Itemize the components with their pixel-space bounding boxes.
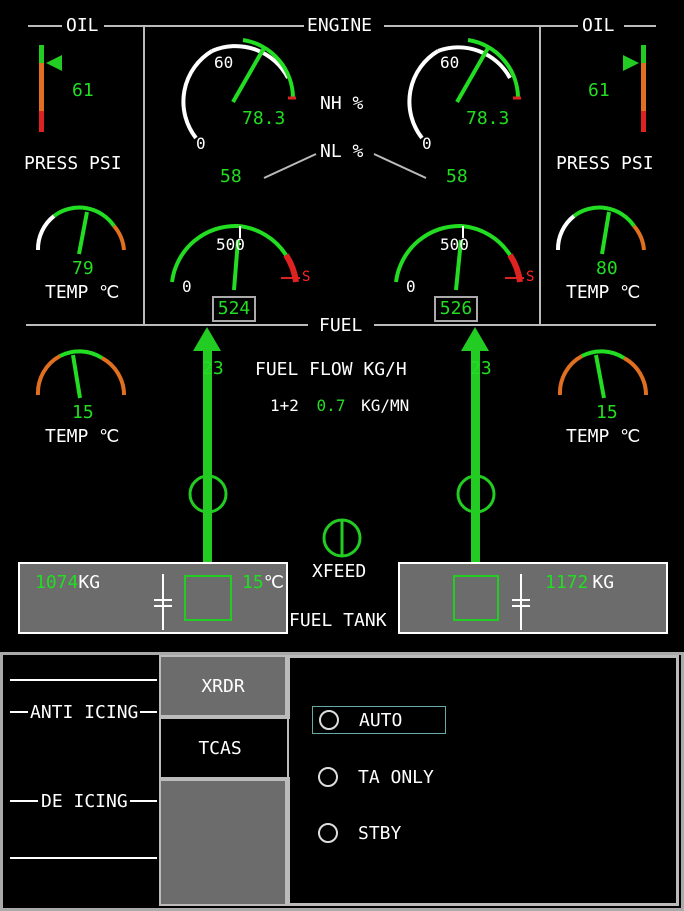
fuel-total-value: 0.7 xyxy=(316,396,346,415)
nh-right-value: 78.3 xyxy=(466,108,510,129)
xfeed-label: XFEED xyxy=(312,561,367,582)
tab-empty xyxy=(159,779,287,906)
oil-temp-right-value: 80 xyxy=(596,258,618,279)
oil-press-bar-left xyxy=(39,45,62,132)
option-auto-label: AUTO xyxy=(359,710,403,731)
oil-temp-left-label: TEMP ℃ xyxy=(45,282,120,303)
itt-left-scale-mid: 500 xyxy=(216,235,245,254)
oil-right-title: OIL xyxy=(582,15,615,36)
tab-xrdr[interactable]: XRDR xyxy=(159,655,287,717)
fuel-temp-left-value: 15 xyxy=(72,402,94,423)
fuel-temp-gauge-right xyxy=(557,349,649,399)
fuel-flow-right-value: 23 xyxy=(470,358,492,379)
tab-xrdr-label: XRDR xyxy=(201,676,245,697)
fuel-total-prefix: 1+2 xyxy=(270,396,299,415)
option-ta-only[interactable]: TA ONLY xyxy=(312,763,472,791)
itt-right-scale-mid: 500 xyxy=(440,235,469,254)
itt-right-scale-min: 0 xyxy=(406,277,416,296)
fuel-tank-right: 1172 KG xyxy=(398,562,668,634)
fuel-tank-left-pump-icon xyxy=(154,574,232,630)
itt-left-value: 524 xyxy=(212,296,256,322)
itt-right-value: 526 xyxy=(434,296,478,322)
tab-tcas[interactable]: TCAS xyxy=(159,717,289,779)
nl-label: NL % xyxy=(320,141,364,162)
fuel-tank-left: 1074KG 15℃ xyxy=(18,562,288,634)
tab-connector xyxy=(289,719,292,777)
engine-title: ENGINE xyxy=(307,15,373,36)
fuel-tank-right-pump-icon xyxy=(453,574,530,630)
radio-auto-icon[interactable] xyxy=(319,710,339,730)
tab-tcas-label: TCAS xyxy=(198,738,242,759)
fuel-tank-label: FUEL TANK xyxy=(289,610,387,631)
option-ta-only-label: TA ONLY xyxy=(358,767,434,788)
radio-ta-only-icon[interactable] xyxy=(318,767,338,787)
nh-left-value: 78.3 xyxy=(242,108,286,129)
oil-press-bar-right xyxy=(623,45,646,132)
option-stby-label: STBY xyxy=(358,823,402,844)
oil-press-right-value: 61 xyxy=(588,80,610,101)
nl-right-value: 58 xyxy=(446,166,468,187)
nh-left-scale-max: 60 xyxy=(214,53,234,72)
oil-temp-gauge-right xyxy=(555,205,646,255)
oil-temp-gauge-left xyxy=(35,205,126,255)
section-divider-lines xyxy=(26,25,656,326)
fuel-flow-left-value: 23 xyxy=(202,358,224,379)
fuel-flow-label: FUEL FLOW KG/H xyxy=(255,359,407,380)
itt-left-mark: S xyxy=(302,269,311,285)
fuel-temp-left-label: TEMP ℃ xyxy=(45,426,120,447)
nh-right-scale-max: 60 xyxy=(440,53,460,72)
oil-temp-right-label: TEMP ℃ xyxy=(566,282,641,303)
itt-left-scale-min: 0 xyxy=(182,277,192,296)
nl-left-value: 58 xyxy=(220,166,242,187)
option-stby[interactable]: STBY xyxy=(312,819,472,847)
fuel-temp-right-value: 15 xyxy=(596,402,618,423)
fuel-total-unit: KG/MN xyxy=(361,396,410,415)
oil-press-left-label: PRESS PSI xyxy=(24,153,122,174)
xfeed-valve-icon xyxy=(322,518,362,558)
nh-label: NH % xyxy=(320,93,364,114)
oil-press-right-label: PRESS PSI xyxy=(556,153,654,174)
itt-right-mark: S xyxy=(526,269,535,285)
oil-left-title: OIL xyxy=(66,15,99,36)
oil-press-left-value: 61 xyxy=(72,80,94,101)
fuel-temp-right-label: TEMP ℃ xyxy=(566,426,641,447)
fuel-title: FUEL xyxy=(319,315,363,336)
fuel-temp-gauge-left xyxy=(35,349,127,399)
de-icing-label[interactable]: DE ICING xyxy=(41,793,128,811)
oil-temp-left-value: 79 xyxy=(72,258,94,279)
fuel-total-flow: 1+2 0.7 KG/MN xyxy=(270,396,409,415)
radio-stby-icon[interactable] xyxy=(318,823,338,843)
nh-left-scale-min: 0 xyxy=(196,134,206,153)
nh-right-scale-min: 0 xyxy=(422,134,432,153)
option-auto[interactable]: AUTO xyxy=(312,706,446,734)
anti-icing-label[interactable]: ANTI ICING xyxy=(30,704,138,722)
